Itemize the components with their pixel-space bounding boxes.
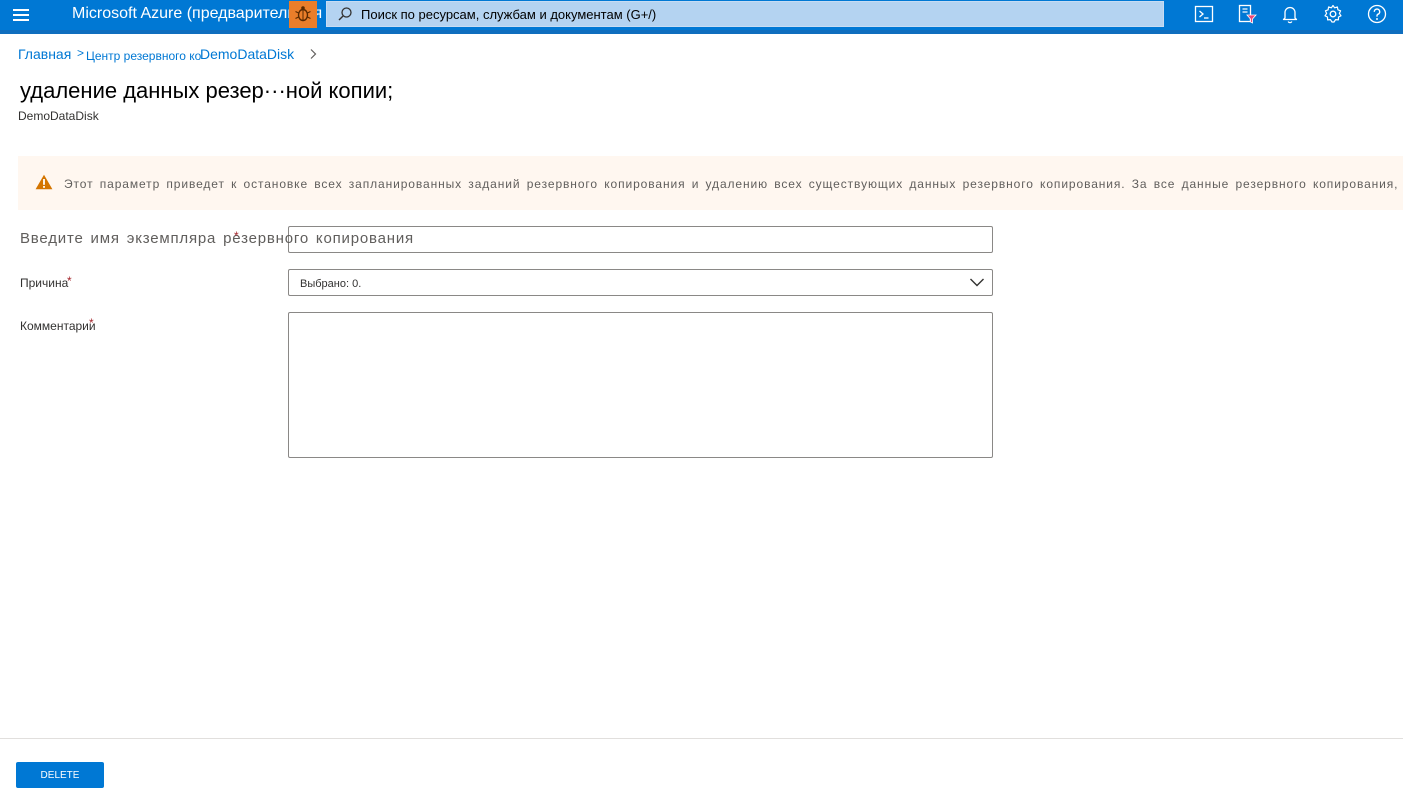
hamburger-icon[interactable] [10,5,32,23]
global-search-input[interactable] [361,2,1151,26]
notifications-bell-icon[interactable] [1278,2,1302,26]
warning-text: Этот параметр приведет к остановке всех … [64,177,1403,191]
required-indicator: * [67,274,72,288]
global-search-box[interactable] [326,1,1164,27]
chevron-right-icon [310,49,317,59]
required-indicator: * [234,229,239,243]
breadcrumb-backup-center-link[interactable]: Центр резервного копирования [86,49,202,63]
reason-label: Причина [20,276,69,290]
reason-dropdown[interactable]: Выбрано: 0. [288,269,993,296]
delete-button[interactable]: DELETE [16,762,104,788]
directory-filter-icon[interactable] [1235,2,1259,26]
top-bar-underline [0,30,1403,34]
page-subtitle: DemoDataDisk [18,109,99,123]
breadcrumb-disk-link[interactable]: DemoDataDisk [200,46,294,62]
portal-brand-title[interactable]: Microsoft Azure (предварительная версия) [72,5,362,23]
breadcrumb-separator: > [77,46,85,60]
reason-selected-value: Выбрано: 0. [300,278,362,290]
required-indicator: * [89,316,94,330]
breadcrumb-home-link[interactable]: Главная [18,46,71,62]
instance-name-label: Введите имя экземпляра резервного копиро… [20,230,414,247]
chevron-down-icon [970,278,984,287]
gear-icon[interactable] [1321,2,1345,26]
comments-textarea[interactable] [288,312,993,458]
warning-icon [35,174,53,190]
page-title: удаление данных резер···ной копии; [20,78,394,103]
warning-banner: Этот параметр приведет к остановке всех … [18,156,1403,210]
help-icon[interactable] [1365,2,1389,26]
search-icon [338,7,352,21]
footer-divider [0,738,1403,739]
cloud-shell-icon[interactable] [1192,2,1216,26]
comments-label: Комментарии [20,319,96,333]
preview-bug-icon[interactable] [289,1,317,28]
